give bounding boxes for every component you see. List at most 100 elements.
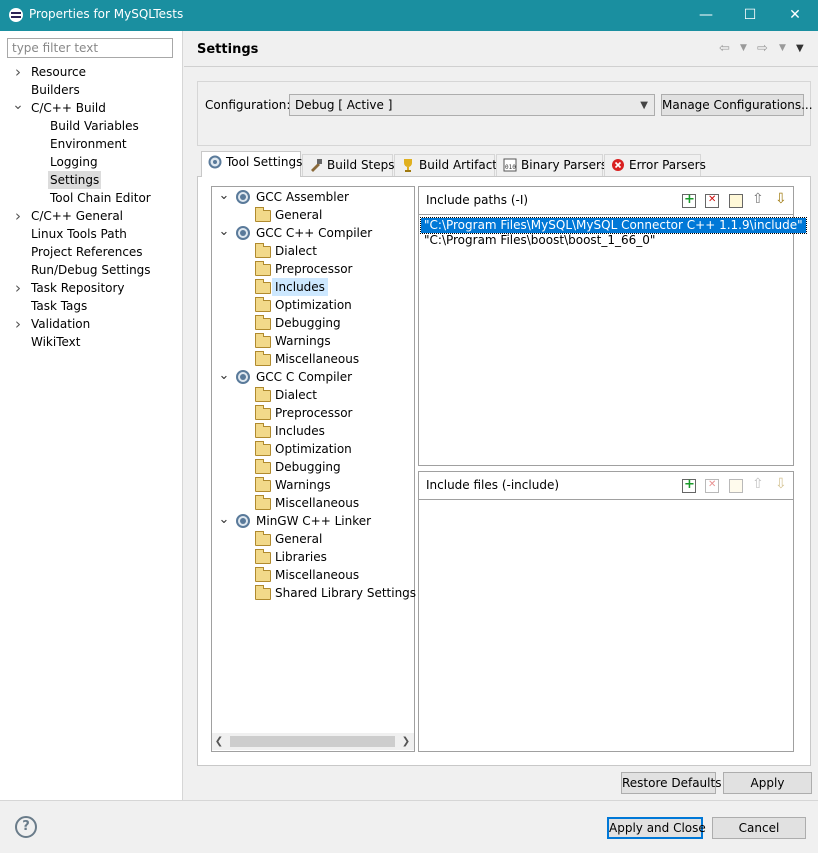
chevron-down-icon[interactable]: ⌄ <box>218 189 230 202</box>
tree-option-item[interactable]: Warnings <box>275 476 331 494</box>
scroll-right-icon[interactable]: ❯ <box>399 733 413 750</box>
forward-history-dropdown-icon[interactable]: ▼ <box>779 43 786 53</box>
chevron-down-icon[interactable]: ⌄ <box>218 369 230 382</box>
sidebar-item[interactable]: Resource <box>31 63 86 81</box>
tree-option-item[interactable]: General <box>275 206 322 224</box>
chevron-right-icon[interactable]: › <box>10 207 26 225</box>
chevron-down-icon[interactable]: ⌄ <box>10 98 26 117</box>
maximize-button[interactable]: ☐ <box>727 0 773 31</box>
tree-tool-item[interactable]: GCC C Compiler <box>256 368 352 386</box>
back-history-dropdown-icon[interactable]: ▼ <box>740 43 747 53</box>
list-item[interactable]: "C:\Program Files\MySQL\MySQL Connector … <box>420 217 807 234</box>
sidebar-item[interactable]: Build Variables <box>50 117 139 135</box>
include-paths-list[interactable]: Include paths (-I) "C:\Program Files\MyS… <box>418 186 807 466</box>
option-folder-icon <box>255 333 271 348</box>
sidebar-item[interactable]: Linux Tools Path <box>31 225 127 243</box>
list-item[interactable]: "C:\Program Files\boost\boost_1_66_0" <box>421 233 658 248</box>
sidebar-item[interactable]: Builders <box>31 81 80 99</box>
header-divider <box>184 66 818 67</box>
tree-option-item[interactable]: Preprocessor <box>275 260 352 278</box>
scroll-left-icon[interactable]: ❮ <box>212 733 226 750</box>
build-artifact-icon <box>404 159 412 172</box>
move-down-icon[interactable] <box>774 191 788 208</box>
tree-horizontal-scrollbar[interactable]: ❮ ❯ <box>212 733 414 750</box>
tab-error-parsers[interactable]: Error Parsers <box>604 154 706 176</box>
back-arrow-icon[interactable]: ⇦ <box>719 41 730 56</box>
tree-option-item[interactable]: Miscellaneous <box>275 350 359 368</box>
manage-configurations-button[interactable]: Manage Configurations... <box>661 94 813 116</box>
sidebar-item[interactable]: Project References <box>31 243 143 261</box>
sidebar-item[interactable]: Task Repository <box>31 279 125 297</box>
delete-icon[interactable] <box>705 194 719 208</box>
include-paths-header: Include paths (-I) <box>419 187 793 215</box>
tree-option-item[interactable]: Shared Library Settings <box>275 584 416 602</box>
delete-icon[interactable] <box>705 479 719 493</box>
sidebar-item[interactable]: Logging <box>50 153 98 171</box>
tree-tool-item[interactable]: GCC C++ Compiler <box>256 224 372 242</box>
tree-option-item[interactable]: Dialect <box>275 386 317 404</box>
eclipse-app-icon <box>9 8 23 22</box>
tree-option-item[interactable]: Includes <box>272 278 328 296</box>
move-up-icon[interactable] <box>751 476 765 493</box>
move-down-icon[interactable] <box>774 476 788 493</box>
sidebar-item[interactable]: Settings <box>48 171 102 189</box>
filter-input[interactable]: type filter text <box>7 38 173 58</box>
sidebar-item[interactable]: C/C++ Build <box>31 99 106 117</box>
close-window-button[interactable]: ✕ <box>772 0 818 31</box>
tool-gear-icon <box>236 370 250 384</box>
tree-option-item[interactable]: Debugging <box>275 458 341 476</box>
tree-option-item[interactable]: Libraries <box>275 548 327 566</box>
sidebar-item[interactable]: Environment <box>50 135 127 153</box>
move-up-icon[interactable] <box>751 191 765 208</box>
include-files-list[interactable]: Include files (-include) <box>418 471 794 752</box>
edit-icon[interactable] <box>729 194 743 208</box>
tab-build-steps[interactable]: Build Steps <box>302 154 395 176</box>
chevron-right-icon[interactable]: › <box>10 279 26 297</box>
option-folder-icon <box>255 495 271 510</box>
tree-option-item[interactable]: Warnings <box>275 332 331 350</box>
apply-and-close-button[interactable]: Apply and Close <box>607 817 706 839</box>
error-parsers-icon <box>612 159 624 171</box>
help-icon[interactable]: ? <box>15 816 37 838</box>
add-icon[interactable] <box>682 192 696 208</box>
sidebar-item[interactable]: Run/Debug Settings <box>31 261 151 279</box>
tree-tool-item[interactable]: GCC Assembler <box>256 188 349 206</box>
sidebar-item[interactable]: Tool Chain Editor <box>50 189 151 207</box>
tool-settings-tree[interactable]: ⌄ GCC Assembler General ⌄ GCC C++ Compiler Di… <box>211 186 416 752</box>
tree-option-item[interactable]: Preprocessor <box>275 404 352 422</box>
tab-binary-parsers[interactable]: 010 Binary Parsers <box>496 154 607 176</box>
tree-option-item[interactable]: General <box>275 530 322 548</box>
tree-option-item[interactable]: Optimization <box>275 440 352 458</box>
tree-option-item[interactable]: Includes <box>275 422 325 440</box>
cancel-button[interactable]: Cancel <box>712 817 806 839</box>
add-icon[interactable] <box>682 477 696 493</box>
apply-button[interactable]: Apply <box>723 772 812 794</box>
edit-icon[interactable] <box>729 479 743 493</box>
view-menu-icon[interactable]: ▼ <box>796 43 804 54</box>
tab-label: Binary Parsers <box>521 158 608 172</box>
option-folder-icon <box>255 207 271 222</box>
configuration-select[interactable]: Debug [ Active ] ▼ <box>289 94 655 116</box>
chevron-right-icon[interactable]: › <box>10 63 26 81</box>
sidebar-item[interactable]: C/C++ General <box>31 207 123 225</box>
tree-option-item[interactable]: Debugging <box>275 314 341 332</box>
restore-defaults-button[interactable]: Restore Defaults <box>621 772 721 794</box>
scrollbar-thumb[interactable] <box>230 736 395 747</box>
configuration-label: Configuration: <box>205 98 291 112</box>
chevron-down-icon[interactable]: ⌄ <box>218 513 230 526</box>
sidebar-item[interactable]: WikiText <box>31 333 81 351</box>
tree-option-item[interactable]: Dialect <box>275 242 317 260</box>
option-folder-icon <box>255 351 271 366</box>
minimize-button[interactable]: — <box>683 0 729 31</box>
sidebar-item[interactable]: Validation <box>31 315 90 333</box>
tree-option-item[interactable]: Miscellaneous <box>275 566 359 584</box>
chevron-down-icon[interactable]: ⌄ <box>218 225 230 238</box>
forward-arrow-icon[interactable]: ⇨ <box>757 41 768 56</box>
tab-tool-settings[interactable]: Tool Settings <box>201 151 302 177</box>
tree-tool-item[interactable]: MinGW C++ Linker <box>256 512 371 530</box>
tree-option-item[interactable]: Miscellaneous <box>275 494 359 512</box>
tab-build-artifact[interactable]: Build Artifact <box>394 154 497 176</box>
tree-option-item[interactable]: Optimization <box>275 296 352 314</box>
chevron-right-icon[interactable]: › <box>10 315 26 333</box>
sidebar-item[interactable]: Task Tags <box>31 297 87 315</box>
